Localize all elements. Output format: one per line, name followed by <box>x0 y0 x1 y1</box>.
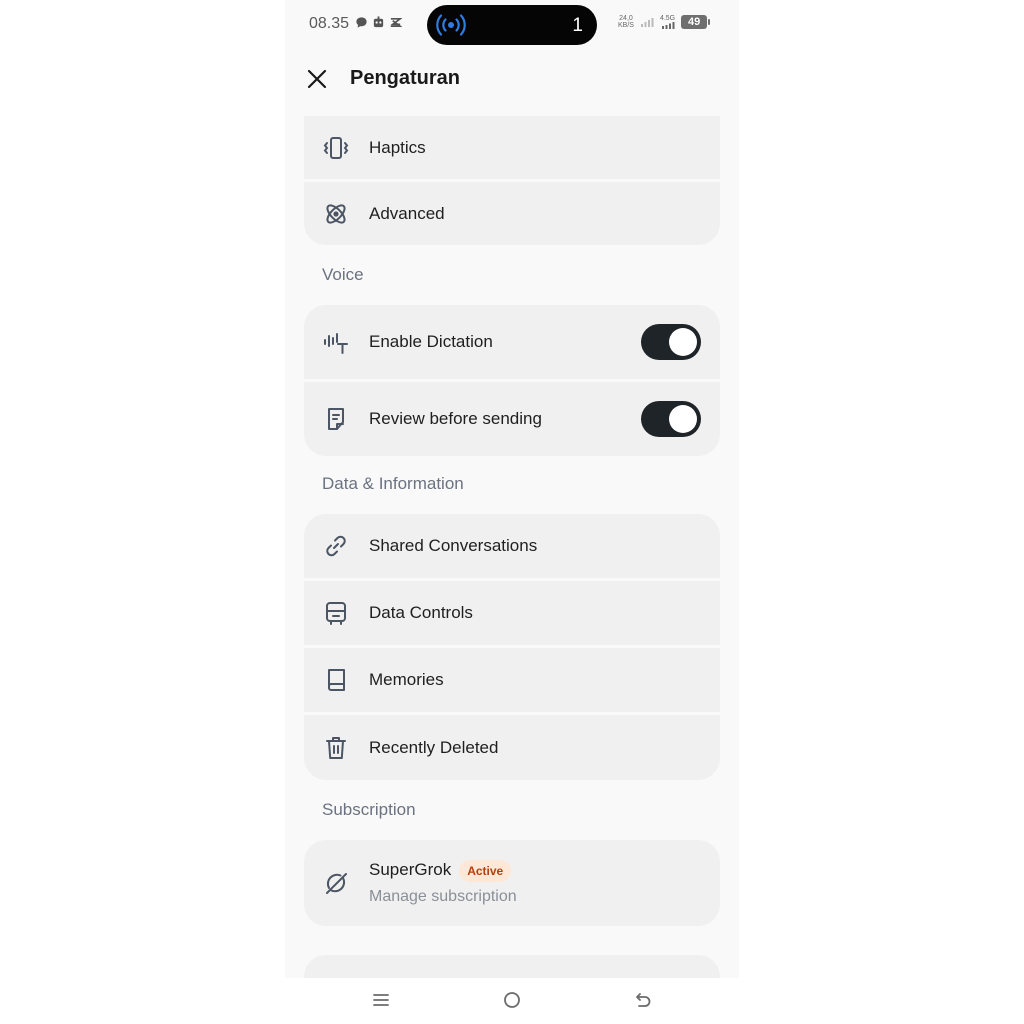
home-icon[interactable] <box>502 990 522 1010</box>
net-speed-value: 24,0 <box>619 15 633 22</box>
chat-icon <box>356 17 367 28</box>
settings-row-haptics[interactable]: Haptics <box>304 116 720 179</box>
settings-row-recently-deleted[interactable]: Recently Deleted <box>304 715 720 780</box>
trash-icon <box>322 734 350 762</box>
settings-row-data-controls[interactable]: Data Controls <box>304 581 720 645</box>
settings-row-label: Haptics <box>369 137 426 157</box>
settings-row-label: Memories <box>369 670 444 689</box>
page-title: Pengaturan <box>350 67 461 89</box>
status-right-icons: 24,0 KB/S 4.5G 49 <box>618 15 711 29</box>
settings-row-review-before-sending[interactable]: Review before sending <box>304 382 720 456</box>
toggle-knob <box>669 328 697 356</box>
close-icon[interactable] <box>305 67 329 91</box>
atom-icon <box>322 200 350 228</box>
enable-dictation-toggle[interactable] <box>641 324 701 360</box>
section-label-voice: Voice <box>322 265 364 284</box>
net-speed-unit: KB/S <box>618 22 634 29</box>
database-icon <box>322 599 350 627</box>
settings-row-label: Shared Conversations <box>369 536 538 555</box>
status-badge: Active <box>459 860 512 882</box>
toggle-knob <box>669 405 697 433</box>
settings-row-memories[interactable]: Memories <box>304 648 720 712</box>
subscription-description: Manage subscription <box>369 888 517 905</box>
network-type: 4.5G <box>659 15 676 22</box>
back-icon[interactable] <box>633 990 653 1010</box>
book-icon <box>322 666 350 694</box>
app-icon <box>373 16 384 28</box>
section-label-data-information: Data & Information <box>322 474 464 493</box>
settings-row-enable-dictation[interactable]: Enable Dictation <box>304 305 720 379</box>
settings-row-label: Recently Deleted <box>369 737 499 757</box>
waveform-text-icon <box>322 328 350 356</box>
grok-logo-icon <box>322 869 350 897</box>
net-speed: 24,0 KB/S <box>618 15 634 29</box>
document-edit-icon <box>322 405 350 433</box>
phone-screen: 08.35 1 24,0 KB/S 4.5G 49 Pengaturan Hap… <box>285 0 739 1024</box>
settings-row-shared-conversations[interactable]: Shared Conversations <box>304 514 720 578</box>
system-nav-bar <box>285 978 739 1024</box>
settings-row-label: Advanced <box>369 203 445 223</box>
settings-row-label: Enable Dictation <box>369 332 493 351</box>
notification-count: 1 <box>572 15 583 36</box>
link-icon <box>322 532 350 560</box>
settings-row-label: Data Controls <box>369 603 473 622</box>
status-time: 08.35 <box>309 15 350 32</box>
section-label-subscription: Subscription <box>322 800 416 819</box>
signal-icon <box>640 18 654 27</box>
signal-strength-icon <box>661 22 675 29</box>
network-signal: 4.5G <box>660 15 675 29</box>
status-notification-icons <box>355 16 402 29</box>
vibration-icon <box>322 134 350 162</box>
battery-indicator: 49 <box>681 15 711 29</box>
subscription-title: SuperGrok <box>369 860 452 880</box>
capcut-icon <box>390 17 402 28</box>
dynamic-island[interactable]: 1 <box>427 5 597 45</box>
settings-row-advanced[interactable]: Advanced <box>304 182 720 245</box>
settings-row-supergrok[interactable]: SuperGrok Active Manage subscription <box>304 840 720 926</box>
review-before-sending-toggle[interactable] <box>641 401 701 437</box>
subscription-text: SuperGrok Active Manage subscription <box>369 860 517 906</box>
subscription-title-line: SuperGrok Active <box>369 860 517 882</box>
menu-icon[interactable] <box>371 990 391 1010</box>
broadcast-icon <box>436 14 466 36</box>
settings-row-label: Review before sending <box>369 409 542 428</box>
